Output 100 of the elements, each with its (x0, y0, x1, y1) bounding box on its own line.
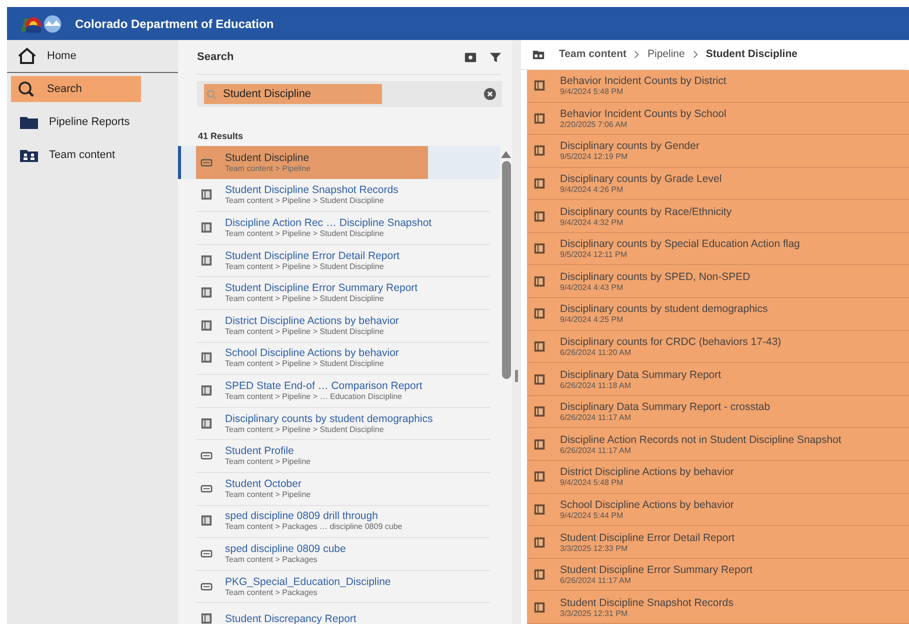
result-item[interactable]: sped discipline 0809 cube Team content > Packages (178, 537, 500, 570)
nav-item[interactable]: Team content (9, 138, 176, 171)
report-icon (533, 79, 546, 92)
item-date: 6/26/2024 11:17 AM (560, 576, 632, 586)
home-icon (17, 47, 37, 65)
result-item[interactable]: School Discipline Actions by behavior Team content > Pipeline > Student Discipline (178, 342, 500, 374)
nav-item[interactable]: Search (11, 76, 141, 102)
result-item[interactable]: Student Discipline Error Detail Report Team content > Pipeline > Student Discipline (178, 244, 500, 276)
report-icon (533, 438, 546, 451)
folder-item[interactable]: Student Discipline Snapshot Records 3/3/2025 12:31 PM (527, 591, 909, 624)
result-path: Team content > Pipeline (225, 164, 311, 173)
item-date: 3/3/2025 12:33 PM (560, 544, 629, 553)
report-icon (533, 112, 546, 125)
item-title: Student Discipline Snapshot Records (560, 596, 734, 609)
folder-item[interactable]: Disciplinary counts by Grade Level 9/4/2024 4:26 PM (527, 168, 909, 200)
folder-item[interactable]: Behavior Incident Counts by District 9/4/2024 5:48 PM (527, 70, 909, 102)
folder-item[interactable]: Disciplinary counts for CRDC (behaviors 17-43) 6/26/2024 11:20 AM (527, 330, 909, 364)
result-item[interactable]: Discipline Action Rec … Discipline Snapshot Team content > Pipeline > Student Discipline (178, 211, 500, 244)
chevron-icon (634, 50, 640, 59)
report-icon (533, 568, 546, 582)
result-path: Team content > Pipeline > Student Discipline (225, 424, 385, 434)
report-icon (533, 470, 546, 484)
item-title: Student Discipline Error Summary Report (560, 564, 753, 576)
folder-item[interactable]: Disciplinary Data Summary Report - crosstab 6/26/2024 11:17 AM (527, 396, 909, 428)
item-title: Disciplinary counts by Gender (560, 140, 700, 152)
result-item[interactable]: Disciplinary counts by student demographics Team content > Pipeline > Student Discipline (178, 406, 500, 440)
result-item[interactable]: Student Profile Team content > Pipeline (178, 439, 500, 472)
folder-item[interactable]: Disciplinary counts by SPED, Non-SPED 9/4/2024 4:43 PM (527, 265, 909, 298)
result-item[interactable]: SPED State End-of … Comparison Report Team content > Pipeline > … Education Discipline (178, 374, 500, 407)
report-icon (533, 176, 546, 190)
item-title: Disciplinary counts by Special Education Action flag (560, 238, 800, 250)
scroll-up-icon[interactable] (501, 150, 512, 158)
folder-item[interactable]: District Discipline Actions by behavior 9/4/2024 5:48 PM (527, 461, 909, 494)
report-icon (533, 144, 546, 158)
item-title: Behavior Incident Counts by District (560, 75, 726, 88)
folder-item[interactable]: Disciplinary counts by Gender 9/5/2024 12:19 PM (527, 135, 909, 168)
folder-item[interactable]: Disciplinary counts by Special Education Action flag 9/5/2024 12:11 PM (527, 232, 909, 266)
folder-item[interactable]: Student Discipline Error Detail Report 3/3/2025 12:33 PM (527, 526, 909, 559)
breadcrumb-link[interactable]: Student Discipline (706, 48, 798, 60)
search-value: Student Discipline (204, 84, 382, 104)
breadcrumb-link[interactable]: Team content (559, 48, 626, 60)
filter-icon[interactable] (489, 50, 502, 64)
report-icon (533, 274, 546, 288)
result-path: Team content > Pipeline > Student Discipline (225, 196, 385, 206)
result-item[interactable]: sped discipline 0809 drill through Team content > Packages … discipline 0809 cube (178, 504, 500, 538)
item-date: 9/4/2024 4:43 PM (560, 282, 624, 292)
folder-item[interactable]: Disciplinary Data Summary Report 6/26/2024 11:18 AM (527, 363, 909, 396)
folder-item[interactable]: Discipline Action Records not in Student Discipline Snapshot 6/26/2024 11:17 AM (527, 428, 909, 462)
folder-item[interactable]: Disciplinary counts by student demographics 9/4/2024 4:25 PM (527, 298, 909, 331)
result-item[interactable]: Student October Team content > Pipeline (178, 472, 500, 505)
folder-item[interactable]: School Discipline Actions by behavior 9/4/2024 5:44 PM (527, 494, 909, 526)
item-title: Student Discipline Error Detail Report (560, 532, 734, 544)
result-item[interactable]: Student Discipline Team content > Pipeline (178, 146, 500, 179)
clear-icon[interactable] (484, 88, 496, 100)
item-date: 6/26/2024 11:20 AM (560, 348, 632, 357)
report-icon (200, 318, 213, 332)
result-path: Team content > Packages (225, 554, 318, 564)
report-icon (200, 220, 213, 234)
item-title: Disciplinary counts by Race/Ethnicity (560, 206, 732, 218)
result-path: Team content > Pipeline > … Education Discipline (225, 392, 403, 401)
item-title: Disciplinary counts by student demographics (560, 303, 768, 316)
result-item[interactable]: Student Discipline Error Summary Report Team content > Pipeline > Student Discipline (178, 276, 500, 309)
search-field[interactable]: Student Discipline (197, 81, 502, 107)
report-icon (200, 416, 213, 430)
item-date: 9/4/2024 4:32 PM (560, 218, 624, 227)
result-path: Team content > Pipeline > Student Discipline (225, 359, 385, 368)
item-title: Disciplinary counts by SPED, Non-SPED (560, 270, 750, 283)
scroll-thumb[interactable] (502, 161, 511, 379)
result-item[interactable]: PKG_Special_Education_Discipline Team content > Packages (178, 570, 500, 602)
item-date: 9/4/2024 5:44 PM (560, 510, 624, 520)
item-date: 2/20/2025 7:06 AM (560, 120, 628, 129)
result-title: Student Discipline Error Detail Report (225, 250, 400, 262)
result-item[interactable]: District Discipline Actions by behavior Team content > Pipeline > Student Discipline (178, 308, 500, 342)
result-title: Student Discipline Snapshot Records (225, 184, 398, 196)
camera-icon[interactable] (464, 50, 477, 64)
item-date: 9/4/2024 5:48 PM (560, 87, 624, 96)
report-icon (533, 405, 546, 418)
item-date: 9/5/2024 12:11 PM (560, 250, 628, 260)
result-title: Discipline Action Rec … Discipline Snapshot (225, 216, 432, 229)
panel-title: Search (197, 51, 235, 63)
item-date: 9/5/2024 12:19 PM (560, 152, 629, 162)
folder-item[interactable]: Disciplinary counts by Race/Ethnicity 9/4/2024 4:32 PM (527, 200, 909, 233)
item-title: District Discipline Actions by behavior (560, 466, 734, 478)
result-count: 41 Results (198, 131, 244, 141)
item-date: 6/26/2024 11:18 AM (560, 380, 632, 390)
folder-item[interactable]: Behavior Incident Counts by School 2/20/2025 7:06 AM (527, 102, 909, 136)
item-title: Behavior Incident Counts by School (560, 108, 726, 120)
report-icon (200, 384, 213, 397)
result-path: Team content > Pipeline (225, 490, 311, 499)
result-path: Team content > Packages (225, 588, 318, 597)
result-item[interactable]: Student Discrepancy Report (178, 602, 500, 624)
report-icon (200, 351, 213, 364)
result-title: Student Discrepancy Report (225, 612, 356, 624)
folder-item[interactable]: Student Discipline Error Summary Report 6/26/2024 11:17 AM (527, 558, 909, 592)
breadcrumb-link[interactable]: Pipeline (647, 48, 685, 60)
report-icon (533, 600, 546, 614)
search-icon (206, 88, 217, 100)
nav-item[interactable]: Pipeline Reports (9, 105, 176, 138)
result-item[interactable]: Student Discipline Snapshot Records Team content > Pipeline > Student Discipline (178, 178, 500, 212)
splitter-handle[interactable] (512, 40, 521, 624)
